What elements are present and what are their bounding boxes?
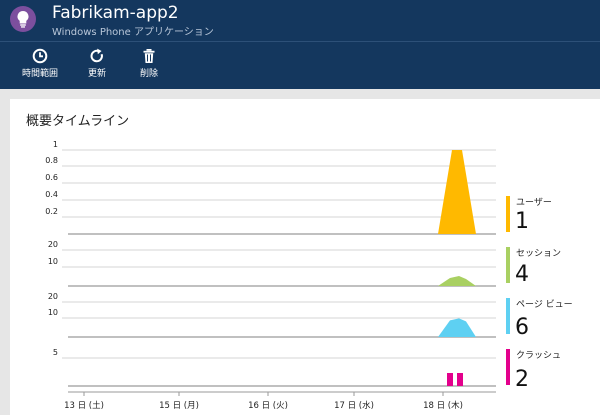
series-area-sessions: [438, 276, 476, 286]
x-tick-label: 13 日 (土): [64, 400, 104, 411]
metric-value: 4: [515, 262, 529, 287]
overview-timeline-chart[interactable]: 10.80.60.40.2ユーザー12010セッション42010ページ ビュー6…: [0, 0, 600, 415]
y-tick-label: 0.2: [45, 207, 58, 216]
x-tick-label: 18 日 (木): [423, 400, 463, 411]
series-area-pageviews: [438, 318, 476, 337]
metric-value: 2: [515, 367, 529, 392]
metric-color-bar: [506, 247, 510, 283]
y-tick-label: 10: [48, 308, 58, 317]
series-bar-crashes-1: [447, 373, 453, 386]
metric-name: ページ ビュー: [516, 299, 573, 310]
y-tick-label: 20: [48, 292, 58, 301]
metric-name: クラッシュ: [516, 350, 561, 361]
y-tick-label: 10: [48, 257, 58, 266]
metric-name: ユーザー: [516, 197, 552, 208]
series-area-users: [438, 150, 476, 234]
y-tick-label: 5: [53, 348, 58, 357]
y-tick-label: 1: [53, 140, 58, 149]
metric-value: 1: [515, 209, 529, 234]
x-tick-label: 17 日 (水): [334, 400, 374, 411]
metric-color-bar: [506, 196, 510, 232]
series-bar-crashes-2: [457, 373, 463, 386]
metric-name: セッション: [516, 248, 561, 259]
metric-color-bar: [506, 349, 510, 385]
y-tick-label: 0.8: [45, 156, 58, 165]
metric-value: 6: [515, 315, 529, 340]
y-tick-label: 0.4: [45, 190, 58, 199]
x-tick-label: 16 日 (火): [248, 401, 288, 411]
y-tick-label: 20: [48, 240, 58, 249]
y-tick-label: 0.6: [45, 173, 58, 182]
metric-color-bar: [506, 298, 510, 334]
x-tick-label: 15 日 (月): [159, 401, 199, 411]
